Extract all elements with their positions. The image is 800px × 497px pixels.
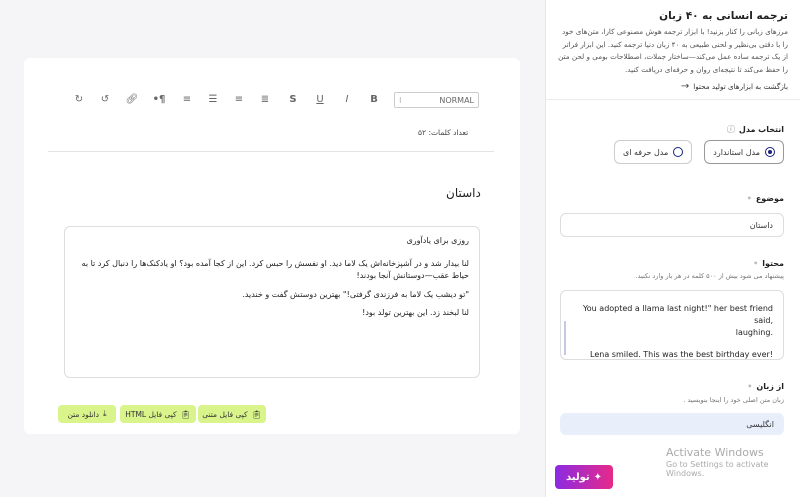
model-option-label: مدل استاندارد (713, 147, 760, 157)
bold-icon[interactable]: B (367, 94, 381, 105)
from-language-label-text: از زبان (756, 382, 784, 391)
copy-text-label: کپی فایل متنی (202, 409, 248, 419)
paragraph: "تو دیشب یک لاما به فرزندی گرفتی!" بهتری… (242, 289, 469, 299)
paragraph: لنا بیدار شد و در آشپزخانه‌اش یک لاما دی… (81, 258, 469, 281)
required-dot-icon: • (753, 259, 759, 268)
topic-input[interactable]: داستان (560, 213, 784, 237)
undo-icon[interactable]: ↺ (98, 94, 112, 105)
model-label-text: انتخاب مدل (738, 125, 784, 134)
copy-html-button[interactable]: 📋︎ کپی فایل HTML (120, 405, 196, 423)
download-button[interactable]: ⤓ دانلود متن (58, 405, 116, 423)
italic-icon[interactable]: I (340, 94, 354, 105)
paragraph: لنا لبخند زد. این بهترین تولد بود! (362, 308, 469, 317)
copy-text-button[interactable]: 📋︎ کپی فایل متنی (198, 405, 266, 423)
back-link[interactable]: بازگشت به ابزارهای تولید محتوا → (556, 81, 788, 92)
content-line: laughing. (735, 328, 773, 337)
clipboard-icon: 📋︎ (251, 409, 262, 419)
align-right-icon[interactable]: ≣ (258, 94, 272, 105)
from-language-hint: زبان متن اصلی خود را اینجا بنویسید . (683, 396, 784, 404)
numbered-list-icon[interactable]: ☰ (206, 94, 220, 105)
word-count: تعداد کلمات: ۵۲ (418, 128, 469, 137)
generate-button[interactable]: ✦ تولید (555, 465, 613, 489)
redo-icon[interactable]: ↻ (72, 94, 86, 105)
paragraph: روزی برای یادآوری (406, 236, 470, 245)
download-label: دانلود متن (67, 409, 100, 419)
content-label: محتوا • (753, 259, 784, 268)
model-options: مدل استاندارد مدل حرفه ای (613, 140, 784, 164)
copy-html-label: کپی فایل HTML (125, 409, 177, 419)
content-label-text: محتوا (762, 259, 784, 268)
model-label: انتخاب مدل ⓘ (727, 124, 784, 135)
clipboard-icon: 📋︎ (180, 409, 191, 419)
output-textbox[interactable]: روزی برای یادآوری لنا بیدار شد و در آشپز… (64, 226, 480, 378)
watermark-line: Activate Windows (666, 446, 764, 459)
generate-button-label: تولید (565, 471, 590, 483)
info-icon: ⓘ (726, 125, 735, 134)
align-center-icon[interactable]: ≡ (232, 94, 246, 105)
text-direction-icon[interactable]: •¶ (152, 94, 166, 105)
divider (48, 151, 494, 152)
strikethrough-icon[interactable]: S (286, 94, 300, 105)
content-line: You adopted a llama last night!" her bes… (582, 304, 773, 325)
radio-empty-icon (673, 147, 684, 157)
topic-label-text: موضوع (755, 194, 784, 203)
underline-icon[interactable]: U (313, 94, 327, 105)
bullet-list-icon[interactable]: ≡ (180, 94, 194, 105)
format-select[interactable]: ⁝ NORMAL (394, 92, 479, 108)
model-option-label: مدل حرفه ای (622, 147, 669, 157)
settings-panel: ترجمه انسانی به ۴۰ زبان مرزهای زبانی را … (545, 0, 800, 497)
required-dot-icon: • (747, 382, 753, 391)
windows-watermark: Activate Windows Go to Settings to activ… (666, 446, 800, 478)
from-language-input[interactable]: انگلیسی (560, 413, 784, 435)
model-option-pro[interactable]: مدل حرفه ای (613, 140, 693, 164)
topic-label: موضوع • (747, 194, 784, 203)
required-dot-icon: • (746, 194, 752, 203)
panel-header: ترجمه انسانی به ۴۰ زبان مرزهای زبانی را … (546, 0, 800, 100)
panel-title: ترجمه انسانی به ۴۰ زبان (659, 10, 788, 22)
format-select-value: NORMAL (439, 95, 474, 105)
content-textarea[interactable]: You adopted a llama last night!" her bes… (560, 290, 784, 360)
chevron-down-icon: ⁝ (399, 95, 402, 105)
watermark-line: Go to Settings to activate Windows. (666, 460, 769, 478)
link-icon[interactable]: 🔗︎ (125, 94, 139, 105)
content-line: Lena smiled. This was the best birthday … (590, 350, 773, 359)
from-language-label: از زبان • (747, 382, 784, 391)
panel-description: مرزهای زبانی را کنار بزنید! با ابزار ترج… (558, 27, 788, 74)
arrow-left-icon: → (680, 81, 690, 92)
back-link-label: بازگشت به ابزارهای تولید محتوا (693, 82, 788, 91)
content-hint: پیشنهاد می شود بیش از ۵۰۰ کلمه در هر بار… (635, 272, 784, 280)
sparkle-icon: ✦ (593, 471, 603, 483)
scrollbar[interactable] (564, 321, 566, 355)
document-title: داستان (446, 186, 481, 200)
model-option-standard[interactable]: مدل استاندارد (704, 140, 784, 164)
radio-selected-icon (765, 147, 775, 157)
download-icon: ⤓ (103, 409, 107, 418)
